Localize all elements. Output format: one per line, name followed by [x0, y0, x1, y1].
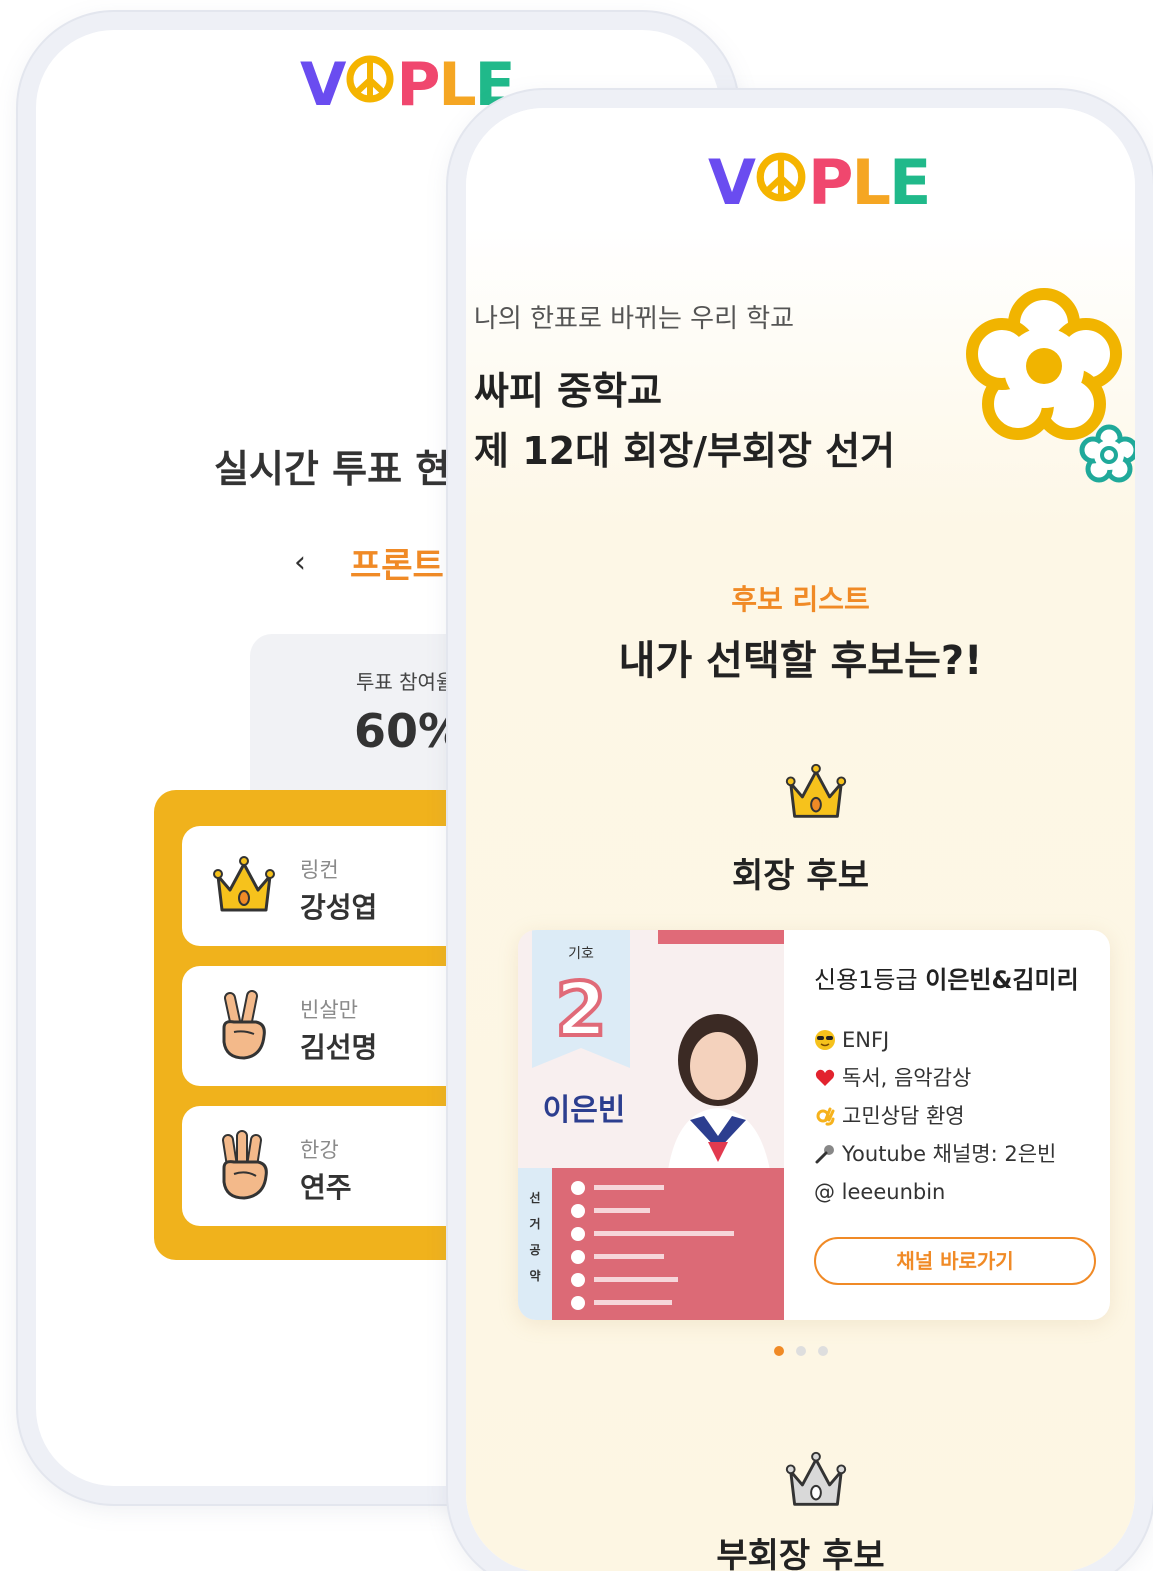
- live-results-title: 실시간 투표 현: [214, 447, 451, 491]
- carousel-dots: [466, 1346, 1135, 1356]
- candidate-list-screen: V P L E 나의 한표로 바뀌는 우리 학교 싸피 중학교 제 12대 회장…: [466, 108, 1135, 1571]
- pledge-side-char: 공: [529, 1243, 540, 1257]
- silver-crown-icon: [785, 1451, 847, 1506]
- candidate-name: 연주: [300, 1171, 352, 1204]
- candidate-party: 빈살만: [300, 998, 358, 1022]
- candidate-team-party: 신용1등급: [814, 966, 918, 994]
- participation-label: 투표 참여율: [356, 670, 455, 694]
- profile-text: Youtube 채널명: 2은빈: [842, 1142, 1057, 1166]
- microphone-emoji-icon: [815, 1145, 834, 1164]
- poster-name: 이은빈: [543, 1093, 626, 1128]
- ok-hand-emoji-icon: [816, 1107, 835, 1126]
- candidate-list-heading: 내가 선택할 후보는?!: [618, 638, 983, 684]
- three-finger-hand-icon: [222, 1130, 268, 1200]
- peace-hand-icon: [222, 990, 266, 1060]
- candidate-team-names: 이은빈&김미리: [925, 966, 1079, 994]
- profile-mbti: ENFJ: [814, 1021, 1104, 1059]
- crown-icon: [213, 856, 275, 912]
- carousel-dot[interactable]: [817, 1346, 828, 1356]
- hero-subtitle: 나의 한표로 바뀌는 우리 학교: [474, 304, 795, 334]
- logo-letter-e: E: [888, 146, 931, 219]
- heart-emoji-icon: [815, 1069, 835, 1086]
- logo-letter-v: V: [708, 146, 756, 219]
- logo-letter-p: P: [396, 50, 440, 120]
- candidate-party: 한강: [300, 1138, 339, 1162]
- profile-text: @ leeeunbin: [814, 1180, 946, 1204]
- vople-logo: V P L E: [708, 146, 931, 219]
- poster-number-label: 기호: [568, 946, 594, 962]
- candidate-detail-card[interactable]: 기호 2 이은빈 선 거 공 약 신용1등급 이은빈&김미리 ENFJ 독서, …: [518, 930, 1110, 1320]
- pledge-side-char: 선: [529, 1190, 540, 1205]
- candidate-info: 신용1등급 이은빈&김미리 ENFJ 독서, 음악감상 고민상담 환영 Yout…: [814, 960, 1104, 1285]
- channel-link-button[interactable]: 채널 바로가기: [814, 1237, 1096, 1285]
- profile-youtube: Youtube 채널명: 2은빈: [814, 1135, 1104, 1173]
- school-name: 싸피 중학교: [474, 369, 663, 413]
- profile-text: ENFJ: [842, 1028, 890, 1052]
- poster-number: 2: [555, 967, 607, 1053]
- election-title: 제 12대 회장/부회장 선거: [474, 429, 896, 473]
- vice-president-group-title: 부회장 후보: [716, 1536, 885, 1571]
- small-flower-icon: [1079, 424, 1135, 483]
- profile-hobby: 독서, 음악감상: [814, 1059, 1104, 1097]
- chevron-left-icon[interactable]: ‹: [294, 545, 306, 580]
- profile-text: 독서, 음악감상: [842, 1066, 972, 1090]
- candidate-name: 김선명: [300, 1031, 378, 1064]
- campaign-poster: 기호 2 이은빈 선 거 공 약: [518, 930, 784, 1320]
- pledge-side-char: 거: [529, 1216, 540, 1231]
- profile-text: 고민상담 환영: [842, 1104, 965, 1128]
- candidate-profile-list: ENFJ 독서, 음악감상 고민상담 환영 Youtube 채널명: 2은빈 @…: [814, 1021, 1104, 1211]
- app-showcase: V P L E 실시간 투표 현 ‹ 프론트 투표 참여율 60% 링컨 강성엽…: [0, 0, 1153, 1571]
- peace-icon: [754, 146, 808, 219]
- pledge-side-char: 약: [529, 1268, 540, 1283]
- logo-letter-p: P: [807, 146, 853, 219]
- peace-icon: [344, 50, 396, 120]
- campaign-poster-image: 기호 2 이은빈 선 거 공 약: [518, 930, 784, 1320]
- candidate-list-label: 후보 리스트: [731, 583, 870, 616]
- crown-icon: [785, 763, 847, 818]
- sunglasses-emoji-icon: [815, 1030, 835, 1050]
- carousel-dot[interactable]: [795, 1346, 806, 1356]
- carousel-dot-active[interactable]: [773, 1346, 784, 1356]
- president-group-title: 회장 후보: [732, 856, 869, 896]
- profile-handle: @ leeeunbin: [814, 1173, 1104, 1211]
- election-switcher: ‹ 프론트: [294, 538, 444, 587]
- election-tab-title: 프론트: [350, 546, 444, 586]
- candidate-party: 링컨: [300, 858, 339, 882]
- profile-counsel: 고민상담 환영: [814, 1097, 1104, 1135]
- logo-letter-v: V: [300, 50, 346, 120]
- candidate-name: 강성엽: [300, 891, 378, 924]
- candidate-team-title: 신용1등급 이은빈&김미리: [814, 960, 1104, 995]
- phone-frame-candidates: V P L E 나의 한표로 바뀌는 우리 학교 싸피 중학교 제 12대 회장…: [448, 90, 1153, 1571]
- logo-letter-l: L: [851, 146, 890, 219]
